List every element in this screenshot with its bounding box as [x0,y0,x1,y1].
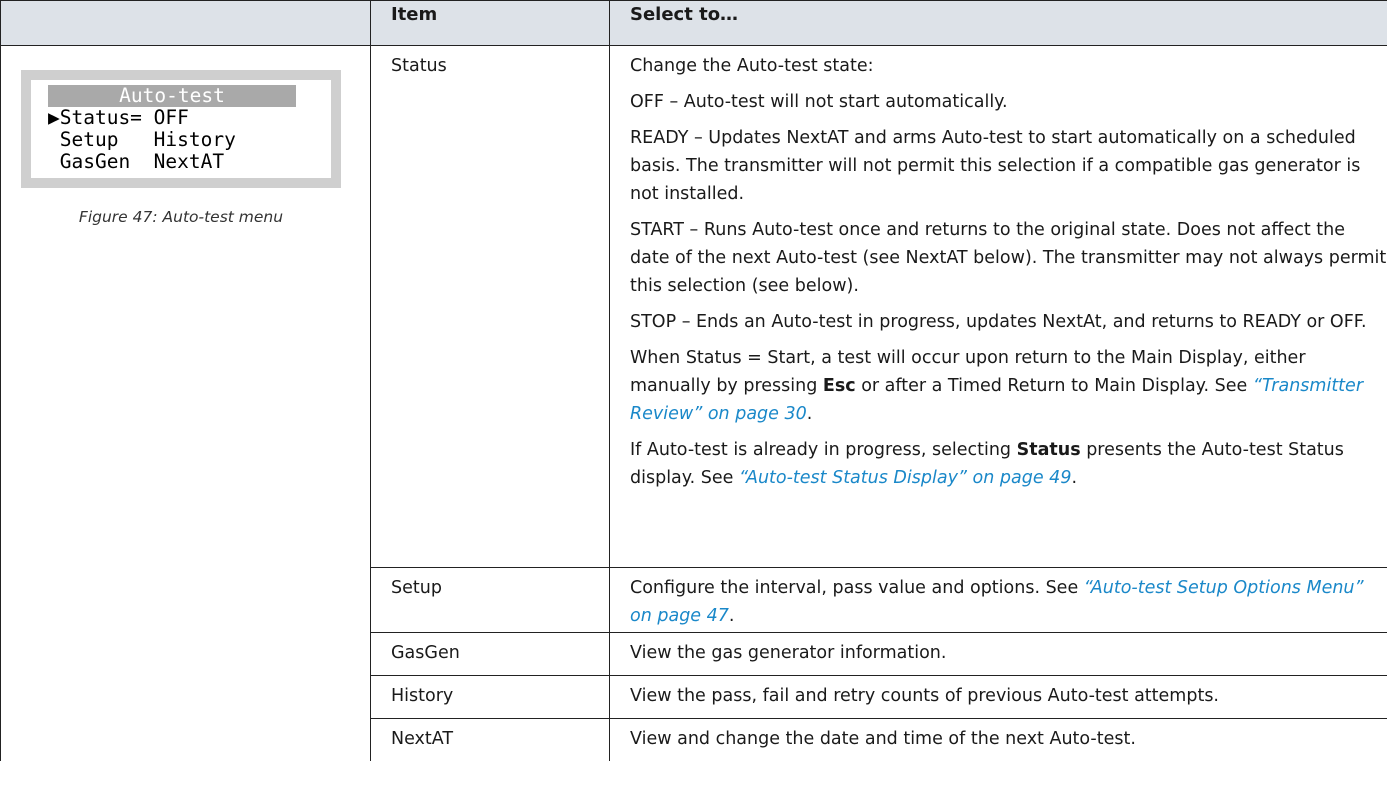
item-status: Status [370,45,610,568]
when-start-text-2: or after a Timed Return to Main Display.… [855,376,1253,396]
lcd-line-status: ▶Status= OFF [48,106,189,129]
item-nextat: NextAT [370,718,610,761]
lcd-line-gasgen-nextat: GasGen NextAT [48,150,225,173]
table-row-status: Auto-test ▶Status= OFF Setup History Gas… [0,45,1387,761]
desc-gasgen: View the gas generator information. [609,632,1387,676]
item-history: History [370,675,610,719]
status-ready: READY – Updates NextAT and arms Auto-tes… [630,128,1361,204]
status-start: START – Runs Auto-test once and returns … [630,220,1387,296]
header-item: Item [370,0,610,46]
status-key-label: Status [1016,440,1081,460]
figure-caption: Figure 47: Auto-test menu [78,208,284,226]
lcd-title: Auto-test [48,85,296,107]
setup-text: Configure the interval, pass value and o… [630,578,1084,598]
figure-cell: Auto-test ▶Status= OFF Setup History Gas… [0,45,371,761]
status-intro: Change the Auto-test state: [630,56,874,76]
item-setup: Setup [370,567,610,633]
item-gasgen: GasGen [370,632,610,676]
in-progress-end: . [1071,468,1078,488]
header-figure-column [0,0,371,46]
status-off: OFF – Auto-test will not start automatic… [630,92,1008,112]
setup-end: . [728,606,735,626]
in-progress-text: If Auto-test is already in progress, sel… [630,440,1017,460]
status-when-start: When Status = Start, a test will occur u… [630,344,1387,428]
table-header-row: Item Select to… [0,0,1387,46]
lcd-screen: Auto-test ▶Status= OFF Setup History Gas… [31,80,331,178]
desc-history: View the pass, fail and retry counts of … [609,675,1387,719]
auto-test-lcd-display: Auto-test ▶Status= OFF Setup History Gas… [21,70,341,188]
lcd-line-setup-history: Setup History [48,128,236,151]
header-select-to: Select to… [609,0,1387,46]
desc-status: Change the Auto-test state: OFF – Auto-t… [609,45,1387,568]
desc-nextat: View and change the date and time of the… [609,718,1387,761]
when-start-end: . [806,404,813,424]
status-in-progress: If Auto-test is already in progress, sel… [630,436,1387,492]
esc-key-label: Esc [822,376,856,396]
auto-test-menu-table: Item Select to… Auto-test ▶Status= OFF S… [0,0,1387,761]
status-stop: STOP – Ends an Auto-test in progress, up… [630,312,1367,332]
link-auto-test-status-display[interactable]: “Auto-test Status Display” on page 49 [739,468,1071,488]
desc-setup: Configure the interval, pass value and o… [609,567,1387,633]
